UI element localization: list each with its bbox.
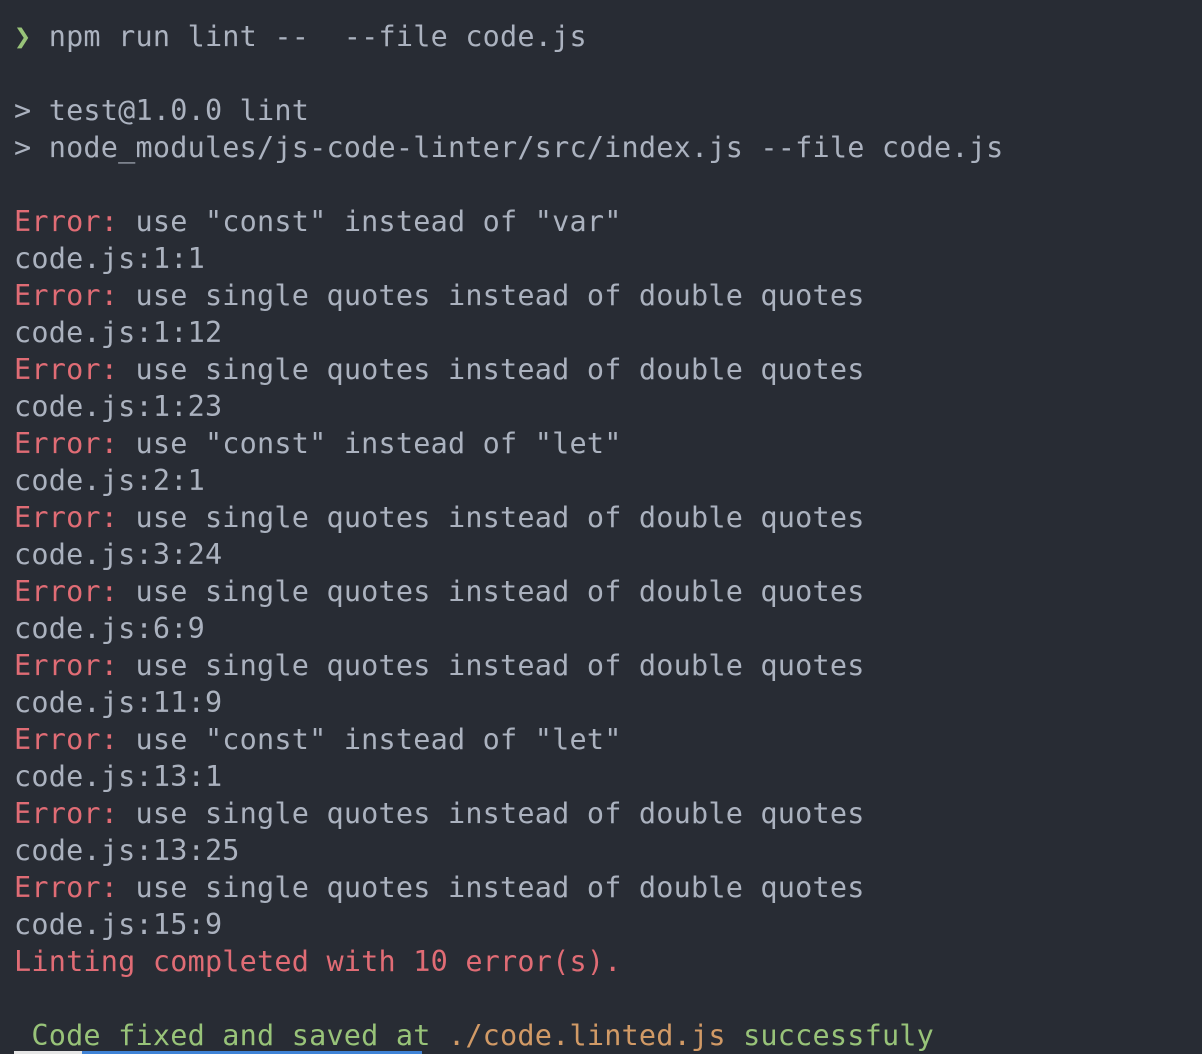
error-list: Error: use "const" instead of "var" code… xyxy=(14,203,1202,943)
error-line: Error: use single quotes instead of doub… xyxy=(14,351,1202,388)
lint-summary: Linting completed with 10 error(s). xyxy=(14,945,622,978)
error-message: use "const" instead of "let" xyxy=(118,427,622,460)
error-location: code.js:15:9 xyxy=(14,908,223,941)
error-location: code.js:3:24 xyxy=(14,538,223,571)
error-message: use single quotes instead of double quot… xyxy=(118,575,865,608)
error-location: code.js:13:1 xyxy=(14,760,223,793)
error-line: Error: use "const" instead of "let" xyxy=(14,425,1202,462)
error-location: code.js:1:1 xyxy=(14,242,205,275)
error-message: use single quotes instead of double quot… xyxy=(118,649,865,682)
terminal-window[interactable]: ❯ npm run lint -- --file code.js > test@… xyxy=(0,0,1202,1054)
error-label: Error: xyxy=(14,575,119,608)
result-suffix: successfuly xyxy=(725,1019,935,1052)
error-line: Error: use single quotes instead of doub… xyxy=(14,573,1202,610)
error-message: use single quotes instead of double quot… xyxy=(118,871,865,904)
command-text: npm run lint -- --file code.js xyxy=(48,20,587,53)
error-label: Error: xyxy=(14,871,119,904)
error-label: Error: xyxy=(14,797,119,830)
error-line: Error: use single quotes instead of doub… xyxy=(14,795,1202,832)
error-label: Error: xyxy=(14,723,119,756)
error-location: code.js:2:1 xyxy=(14,464,205,497)
command-line: ❯ npm run lint -- --file code.js xyxy=(14,18,1202,55)
error-label: Error: xyxy=(14,649,119,682)
error-message: use single quotes instead of double quot… xyxy=(118,279,865,312)
error-label: Error: xyxy=(14,427,119,460)
error-message: use single quotes instead of double quot… xyxy=(118,797,865,830)
error-location: code.js:13:25 xyxy=(14,834,240,867)
error-line: Error: use single quotes instead of doub… xyxy=(14,647,1202,684)
prompt-arrow-icon: ❯ xyxy=(14,20,32,53)
script-header-line: > test@1.0.0 lint xyxy=(14,94,310,127)
error-line: Error: use "const" instead of "let" xyxy=(14,721,1202,758)
error-location: code.js:6:9 xyxy=(14,612,205,645)
error-label: Error: xyxy=(14,279,119,312)
error-line: Error: use single quotes instead of doub… xyxy=(14,277,1202,314)
result-prefix: Code fixed and saved at xyxy=(14,1019,448,1052)
error-line: Error: use single quotes instead of doub… xyxy=(14,869,1202,906)
result-path: ./code.linted.js xyxy=(447,1019,726,1052)
result-line: Code fixed and saved at ./code.linted.js… xyxy=(14,1017,1202,1054)
error-location: code.js:11:9 xyxy=(14,686,223,719)
error-message: use "const" instead of "var" xyxy=(118,205,622,238)
error-label: Error: xyxy=(14,501,119,534)
error-location: code.js:1:23 xyxy=(14,390,223,423)
error-label: Error: xyxy=(14,205,119,238)
error-line: Error: use single quotes instead of doub… xyxy=(14,499,1202,536)
error-message: use single quotes instead of double quot… xyxy=(118,501,865,534)
error-message: use "const" instead of "let" xyxy=(118,723,622,756)
script-header-line: > node_modules/js-code-linter/src/index.… xyxy=(14,131,1004,164)
error-label: Error: xyxy=(14,353,119,386)
error-location: code.js:1:12 xyxy=(14,316,223,349)
error-message: use single quotes instead of double quot… xyxy=(118,353,865,386)
error-line: Error: use "const" instead of "var" xyxy=(14,203,1202,240)
